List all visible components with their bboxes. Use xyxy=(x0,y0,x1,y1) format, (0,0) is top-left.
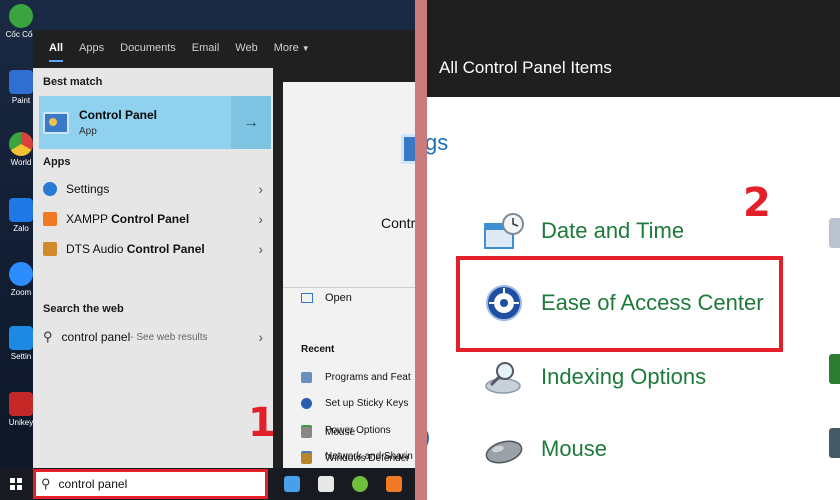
tab-apps[interactable]: Apps xyxy=(71,30,112,66)
mouse-icon xyxy=(485,440,523,464)
recent-item-label: Set up Sticky Keys xyxy=(325,398,409,409)
task-view-icon[interactable] xyxy=(284,476,300,492)
programs-features-icon xyxy=(301,372,312,383)
clipped-item-icon xyxy=(829,218,840,248)
apps-heading: Apps xyxy=(43,156,71,168)
ease-of-access-highlight xyxy=(456,256,783,352)
best-match-control-panel[interactable]: Control Panel App → xyxy=(39,96,271,149)
clipped-item-icon xyxy=(829,428,840,458)
control-panel-titlebar: All Control Panel Items xyxy=(427,0,840,97)
web-results-hint: - See web results xyxy=(130,331,208,343)
cp-item-indexing-options[interactable]: Indexing Options xyxy=(483,358,706,396)
cp-item-label: Date and Time xyxy=(541,218,685,243)
cp-item-label: Indexing Options xyxy=(541,364,707,389)
partial-heading: gs xyxy=(427,130,449,155)
step-number-one: 1 xyxy=(248,400,276,446)
app-result-match: Control Panel xyxy=(126,242,205,256)
coccoc-taskbar-icon[interactable] xyxy=(352,476,368,492)
app-result-label: XAMPP Control Panel xyxy=(66,212,189,226)
search-box-highlight xyxy=(33,469,268,499)
best-match-title: Control Panel xyxy=(79,108,158,122)
settings-gear-icon xyxy=(43,182,57,196)
xampp-taskbar-icon[interactable] xyxy=(386,476,402,492)
tab-documents[interactable]: Documents xyxy=(112,30,184,66)
unikey-icon xyxy=(9,392,33,416)
best-match-subtitle: App xyxy=(79,126,97,137)
tab-email[interactable]: Email xyxy=(184,30,228,66)
cp-item-label: Mouse xyxy=(541,436,608,461)
result-preview-pane: Contr Open Recent Programs and Feat Set … xyxy=(283,82,415,468)
cp-item-date-time[interactable]: Date and Time xyxy=(483,212,684,250)
zalo-icon xyxy=(9,198,33,222)
recent-item[interactable]: Mouse xyxy=(301,427,355,438)
zoom-icon xyxy=(9,262,33,286)
cp-item-mouse[interactable]: Mouse xyxy=(483,430,607,468)
partial-text: ) xyxy=(427,424,430,450)
step-number-two: 2 xyxy=(743,180,771,226)
tab-more[interactable]: More ▼ xyxy=(266,30,318,66)
chevron-right-icon: › xyxy=(258,241,263,257)
coccoc-icon xyxy=(9,4,33,28)
open-action[interactable]: Open xyxy=(301,292,352,304)
settings-icon xyxy=(9,326,33,350)
open-icon xyxy=(301,293,313,303)
indexing-icon xyxy=(485,362,521,394)
mouse-icon xyxy=(301,427,312,438)
ease-of-access-icon xyxy=(301,398,312,409)
paint-icon xyxy=(9,70,33,94)
clipped-item-icon xyxy=(829,354,840,384)
search-icon: ⚲ xyxy=(43,329,53,344)
caret-down-icon: ▼ xyxy=(301,44,310,53)
chrome-icon xyxy=(9,132,33,156)
app-result-prefix: XAMPP xyxy=(66,212,112,226)
dts-audio-icon xyxy=(43,242,57,256)
tab-all[interactable]: All xyxy=(41,30,71,66)
app-result-label: DTS Audio Control Panel xyxy=(66,242,205,256)
best-match-heading: Best match xyxy=(43,76,103,88)
recent-item[interactable]: Programs and Feat xyxy=(301,372,411,383)
app-result-settings[interactable]: Settings › xyxy=(39,175,269,203)
app-result-match: Control Panel xyxy=(111,212,190,226)
recent-item-label: Programs and Feat xyxy=(325,372,411,383)
windows-start-screenshot: Cốc Cốc Paint World Zalo Zoom Settin Uni… xyxy=(0,0,415,500)
search-results-list: Best match Control Panel App → Apps Sett… xyxy=(33,68,273,468)
recent-item-label: Windows Defender xyxy=(325,453,410,464)
control-panel-icon xyxy=(43,111,69,134)
web-query-text: control panel xyxy=(61,330,131,344)
windows-defender-icon xyxy=(301,453,312,464)
app-result-xampp[interactable]: XAMPP Control Panel › xyxy=(39,205,269,233)
search-web-heading: Search the web xyxy=(43,303,124,315)
app-result-dts-audio[interactable]: DTS Audio Control Panel › xyxy=(39,235,269,263)
app-result-prefix: DTS Audio xyxy=(66,242,127,256)
date-time-icon xyxy=(484,213,524,249)
start-menu: All Apps Documents Email Web More ▼ Best … xyxy=(33,30,415,468)
chevron-right-icon: › xyxy=(258,181,263,197)
web-search-result[interactable]: ⚲ control panel - See web results › xyxy=(39,323,269,351)
recent-item-label: Mouse xyxy=(325,427,356,438)
app-result-label: Settings xyxy=(66,182,110,196)
recent-heading: Recent xyxy=(301,344,335,355)
tab-more-label: More xyxy=(273,42,299,54)
chevron-right-icon: › xyxy=(258,211,263,227)
recent-item[interactable]: Windows Defender xyxy=(301,453,409,464)
xampp-icon xyxy=(43,212,57,226)
window-title: All Control Panel Items xyxy=(439,58,612,77)
control-panel-screenshot: All Control Panel Items gs ) Date and Ti… xyxy=(427,0,840,500)
open-arrow-icon[interactable]: → xyxy=(231,96,271,149)
windows-start-icon[interactable] xyxy=(10,478,22,490)
preview-title: Contr xyxy=(381,215,415,231)
panel-divider xyxy=(415,0,427,500)
tab-web[interactable]: Web xyxy=(227,30,265,66)
app-grid-icon[interactable] xyxy=(318,476,334,492)
divider xyxy=(283,287,415,288)
control-panel-large-icon xyxy=(401,134,415,164)
chevron-right-icon: › xyxy=(258,329,263,345)
open-label: Open xyxy=(325,292,352,304)
recent-item[interactable]: Set up Sticky Keys xyxy=(301,398,408,409)
search-filter-tabs: All Apps Documents Email Web More ▼ xyxy=(33,30,415,66)
